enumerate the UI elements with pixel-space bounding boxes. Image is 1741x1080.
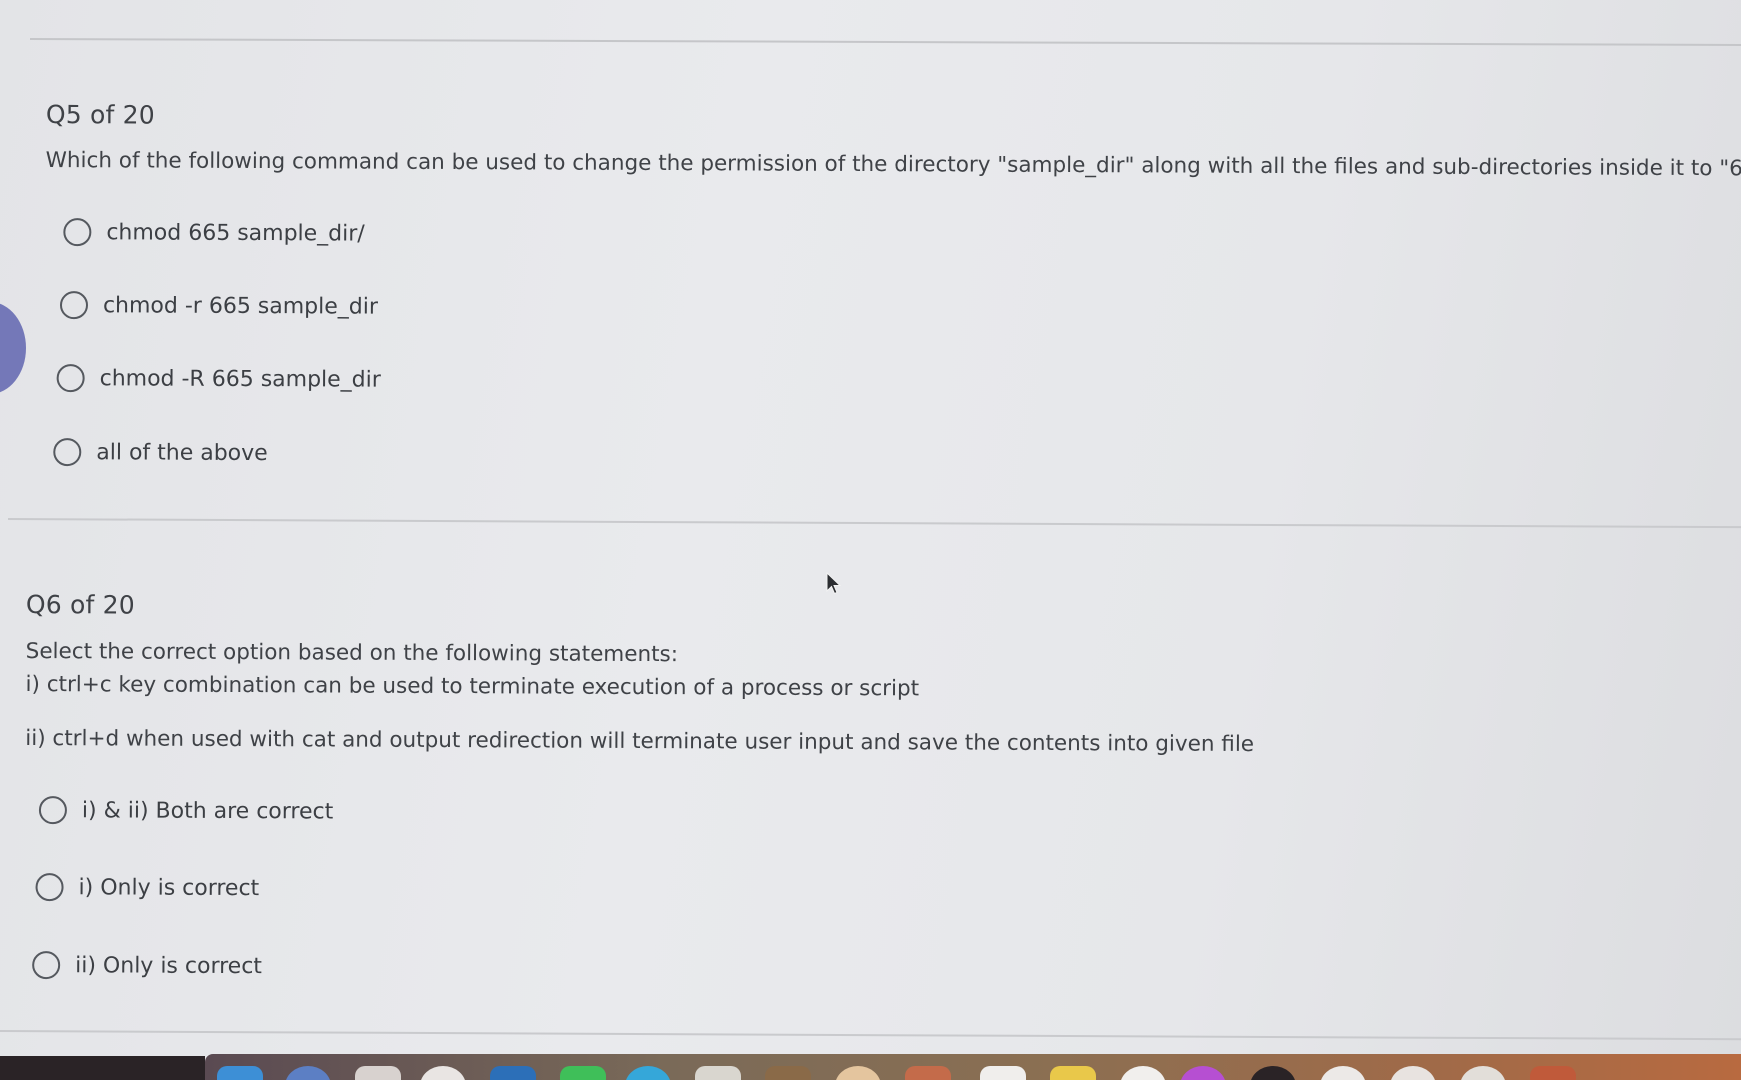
app-light-icon-3[interactable] [1460,1066,1506,1080]
question-card-q6: Q6 of 20 Select the correct option based… [25,590,1255,980]
question-card-q5: Q5 of 20 Which of the following command … [45,100,1741,467]
option-q6-c[interactable]: ii) Only is correct [32,951,262,980]
messages-icon[interactable] [560,1066,606,1080]
question-text: Which of the following command can be us… [45,147,1741,182]
calendar-date-icon[interactable] [905,1066,951,1080]
radio-button[interactable] [32,951,61,980]
stickies-icon[interactable] [1050,1066,1096,1080]
option-q5-b[interactable]: chmod -r 665 sample_dir [59,291,379,321]
mail-icon[interactable] [490,1066,536,1080]
radio-button[interactable] [63,218,92,247]
divider-top [29,38,1741,46]
facetime-icon[interactable] [625,1066,671,1080]
document-icon[interactable] [980,1066,1026,1080]
question-number: Q6 of 20 [25,590,135,620]
option-label: ii) Only is correct [75,952,263,979]
app-dark-icon[interactable] [1250,1066,1296,1080]
statement-two: ii) ctrl+d when used with cat and output… [25,725,1255,757]
option-q6-b[interactable]: i) Only is correct [35,873,259,902]
maps-icon[interactable] [695,1066,741,1080]
app-icon[interactable] [420,1066,466,1080]
radio-button[interactable] [38,796,67,825]
divider-middle [7,518,1741,529]
safari-icon[interactable] [285,1066,331,1080]
radio-button[interactable] [35,873,64,902]
screen: Q5 of 20 Which of the following command … [0,0,1741,1080]
side-accent [0,302,26,394]
app-light-icon-2[interactable] [1390,1066,1436,1080]
radio-button[interactable] [53,438,82,467]
divider-bottom [0,1030,1741,1041]
option-label: all of the above [96,439,268,466]
option-label: chmod -R 665 sample_dir [99,365,381,393]
finder-icon[interactable] [217,1066,263,1080]
notes-icon[interactable] [765,1066,811,1080]
mouse-cursor-icon [826,572,842,595]
option-q6-a[interactable]: i) & ii) Both are correct [38,796,334,825]
option-q5-c[interactable]: chmod -R 665 sample_dir [56,364,381,394]
dock-bar [205,1054,1741,1080]
app-orange-icon[interactable] [1530,1066,1576,1080]
option-label: i) Only is correct [78,874,260,901]
option-label: chmod -r 665 sample_dir [102,292,379,320]
option-q5-d[interactable]: all of the above [53,438,268,467]
option-label: i) & ii) Both are correct [81,797,334,825]
radio-button[interactable] [59,291,89,320]
podcasts-icon[interactable] [1180,1066,1226,1080]
photos-icon[interactable] [835,1066,881,1080]
radio-button[interactable] [56,364,85,393]
clock-icon[interactable] [1120,1066,1166,1080]
option-q5-a[interactable]: chmod 665 sample_dir/ [63,218,365,247]
app-light-icon[interactable] [1320,1066,1366,1080]
statement-one: i) ctrl+c key combination can be used to… [25,672,920,702]
calendar-icon[interactable] [355,1066,401,1080]
desk-edge [0,1056,205,1080]
question-number: Q5 of 20 [45,100,155,130]
option-label: chmod 665 sample_dir/ [106,219,365,247]
